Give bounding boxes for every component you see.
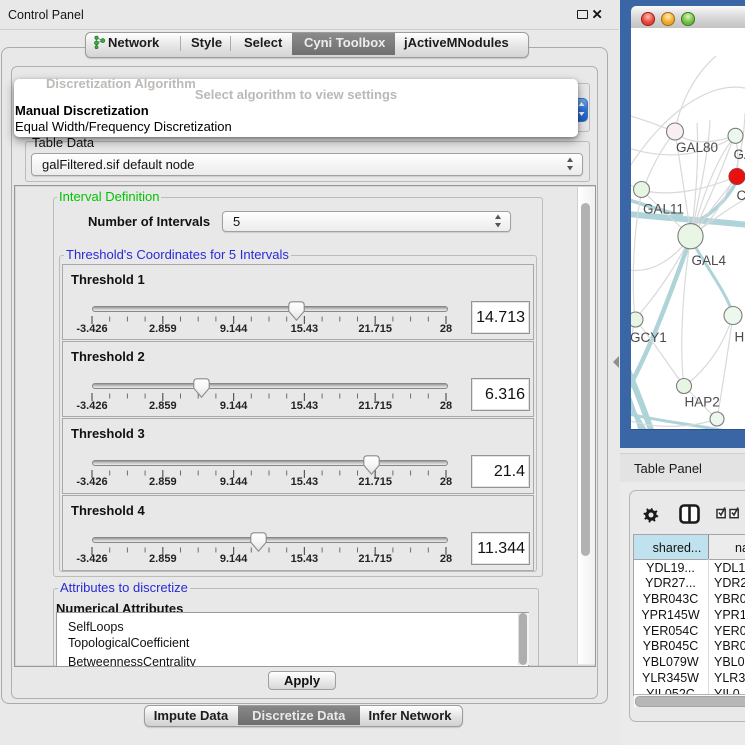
svg-text:GAL4: GAL4 (692, 253, 727, 268)
svg-text:HAP2: HAP2 (685, 395, 720, 410)
svg-text:GCY1: GCY1 (631, 330, 667, 345)
svg-text:C: C (737, 188, 745, 203)
svg-text:GAL80: GAL80 (676, 140, 718, 155)
svg-text:GAL11: GAL11 (643, 202, 684, 217)
svg-text:H: H (735, 330, 745, 345)
svg-text:GA: GA (734, 147, 745, 162)
